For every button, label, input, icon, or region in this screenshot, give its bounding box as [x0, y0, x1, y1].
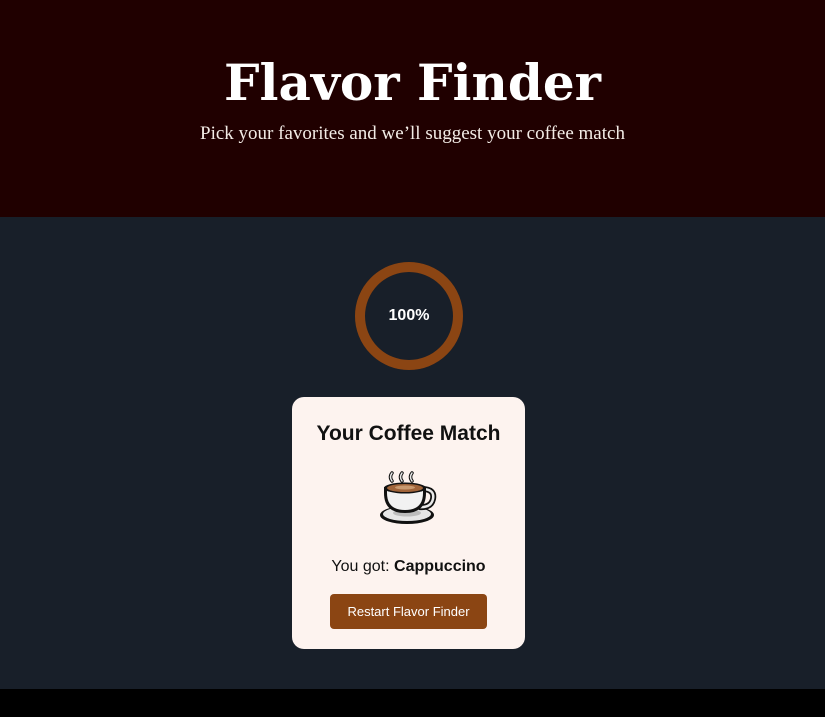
- hero-banner: Flavor Finder Pick your favorites and we…: [0, 0, 825, 217]
- page-footer-strip: [0, 689, 825, 717]
- page: Flavor Finder Pick your favorites and we…: [0, 0, 825, 717]
- main-section: 100% Your Coffee Match You got: Cappucci…: [0, 217, 825, 689]
- result-value: Cappuccino: [394, 558, 486, 575]
- progress-label: 100%: [388, 307, 430, 324]
- coffee-cup-icon: [380, 471, 437, 524]
- result-card-title: Your Coffee Match: [316, 422, 501, 445]
- result-prefix: You got:: [331, 558, 390, 575]
- result-line: You got: Cappuccino: [292, 557, 525, 577]
- restart-button[interactable]: Restart Flavor Finder: [330, 594, 487, 629]
- page-subtitle: Pick your favorites and we’ll suggest yo…: [200, 123, 625, 144]
- result-card: Your Coffee Match You got: Cappuccino Re…: [292, 397, 525, 649]
- page-title: Flavor Finder: [223, 53, 601, 112]
- progress-ring: 100%: [354, 261, 464, 371]
